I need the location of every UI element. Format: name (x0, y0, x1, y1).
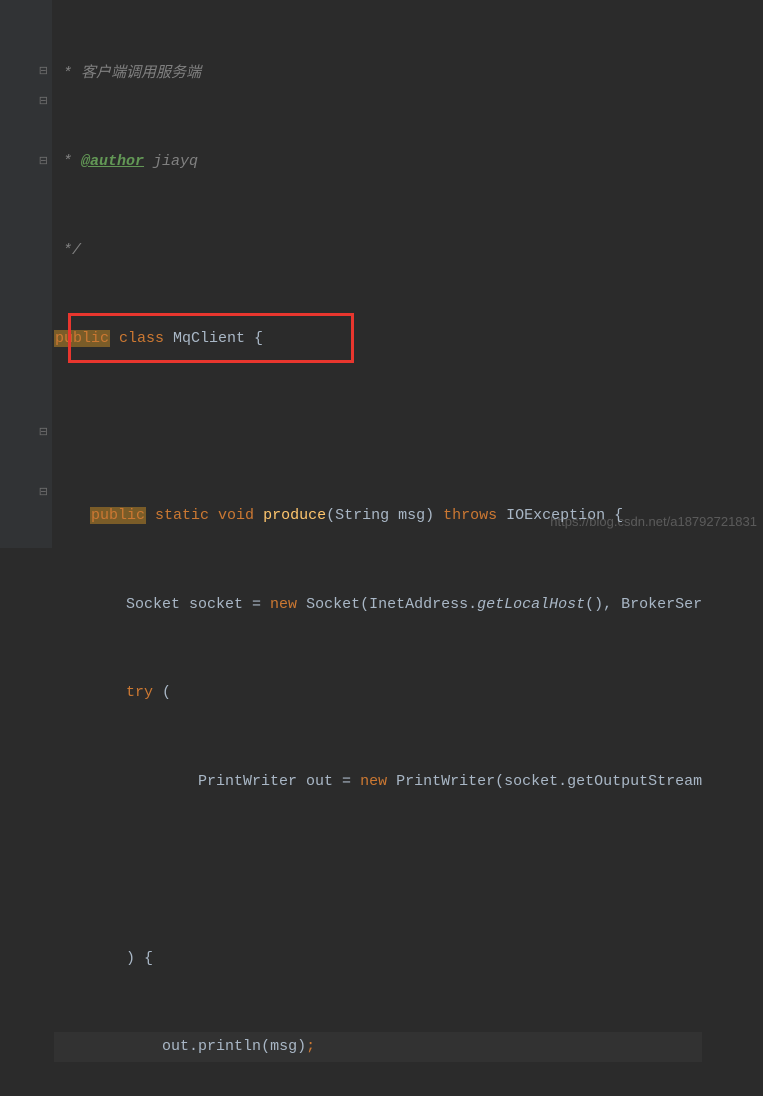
highlighted-line: out.println(msg); (54, 1032, 702, 1062)
keyword-class: class (110, 330, 173, 347)
fold-icon[interactable]: ⊟ (39, 92, 48, 113)
watermark: https://blog.csdn.net/a18792721831 (550, 509, 757, 534)
comment-end: */ (54, 242, 81, 259)
author-name: jiayq (144, 153, 198, 170)
keyword-try: try (126, 684, 162, 701)
keyword-void: void (218, 507, 263, 524)
var-decl: Socket socket = (126, 596, 270, 613)
keyword-throws: throws (443, 507, 506, 524)
method-name: produce (263, 507, 326, 524)
brace: { (254, 330, 263, 347)
class-name: MqClient (173, 330, 254, 347)
method-call: out.println (162, 1038, 261, 1055)
comment: * (54, 153, 81, 170)
keyword-new: new (360, 773, 396, 790)
static-method-call: getLocalHost (477, 596, 585, 613)
var-decl: PrintWriter out = (198, 773, 360, 790)
code-area[interactable]: * 客户端调用服务端 * @author jiayq */ public cla… (52, 0, 702, 548)
fold-icon[interactable]: ⊟ (39, 423, 48, 444)
blank-line (54, 413, 702, 443)
fold-icon[interactable]: ⊟ (39, 483, 48, 504)
comment: * 客户端调用服务端 (54, 65, 201, 82)
gutter: ⊟ ⊟ ⊟ ⊟ ⊟ (0, 0, 52, 548)
parameter: String msg (335, 507, 425, 524)
keyword-public: public (90, 507, 146, 524)
keyword-static: static (146, 507, 218, 524)
fold-icon[interactable]: ⊟ (39, 62, 48, 83)
keyword-public: public (54, 330, 110, 347)
code-editor[interactable]: ⊟ ⊟ ⊟ ⊟ ⊟ * 客户端调用服务端 * @author jiayq */ … (0, 0, 763, 548)
blank-line (54, 855, 702, 885)
keyword-new: new (270, 596, 306, 613)
javadoc-author-tag: @author (81, 153, 144, 170)
fold-icon[interactable]: ⊟ (39, 152, 48, 173)
